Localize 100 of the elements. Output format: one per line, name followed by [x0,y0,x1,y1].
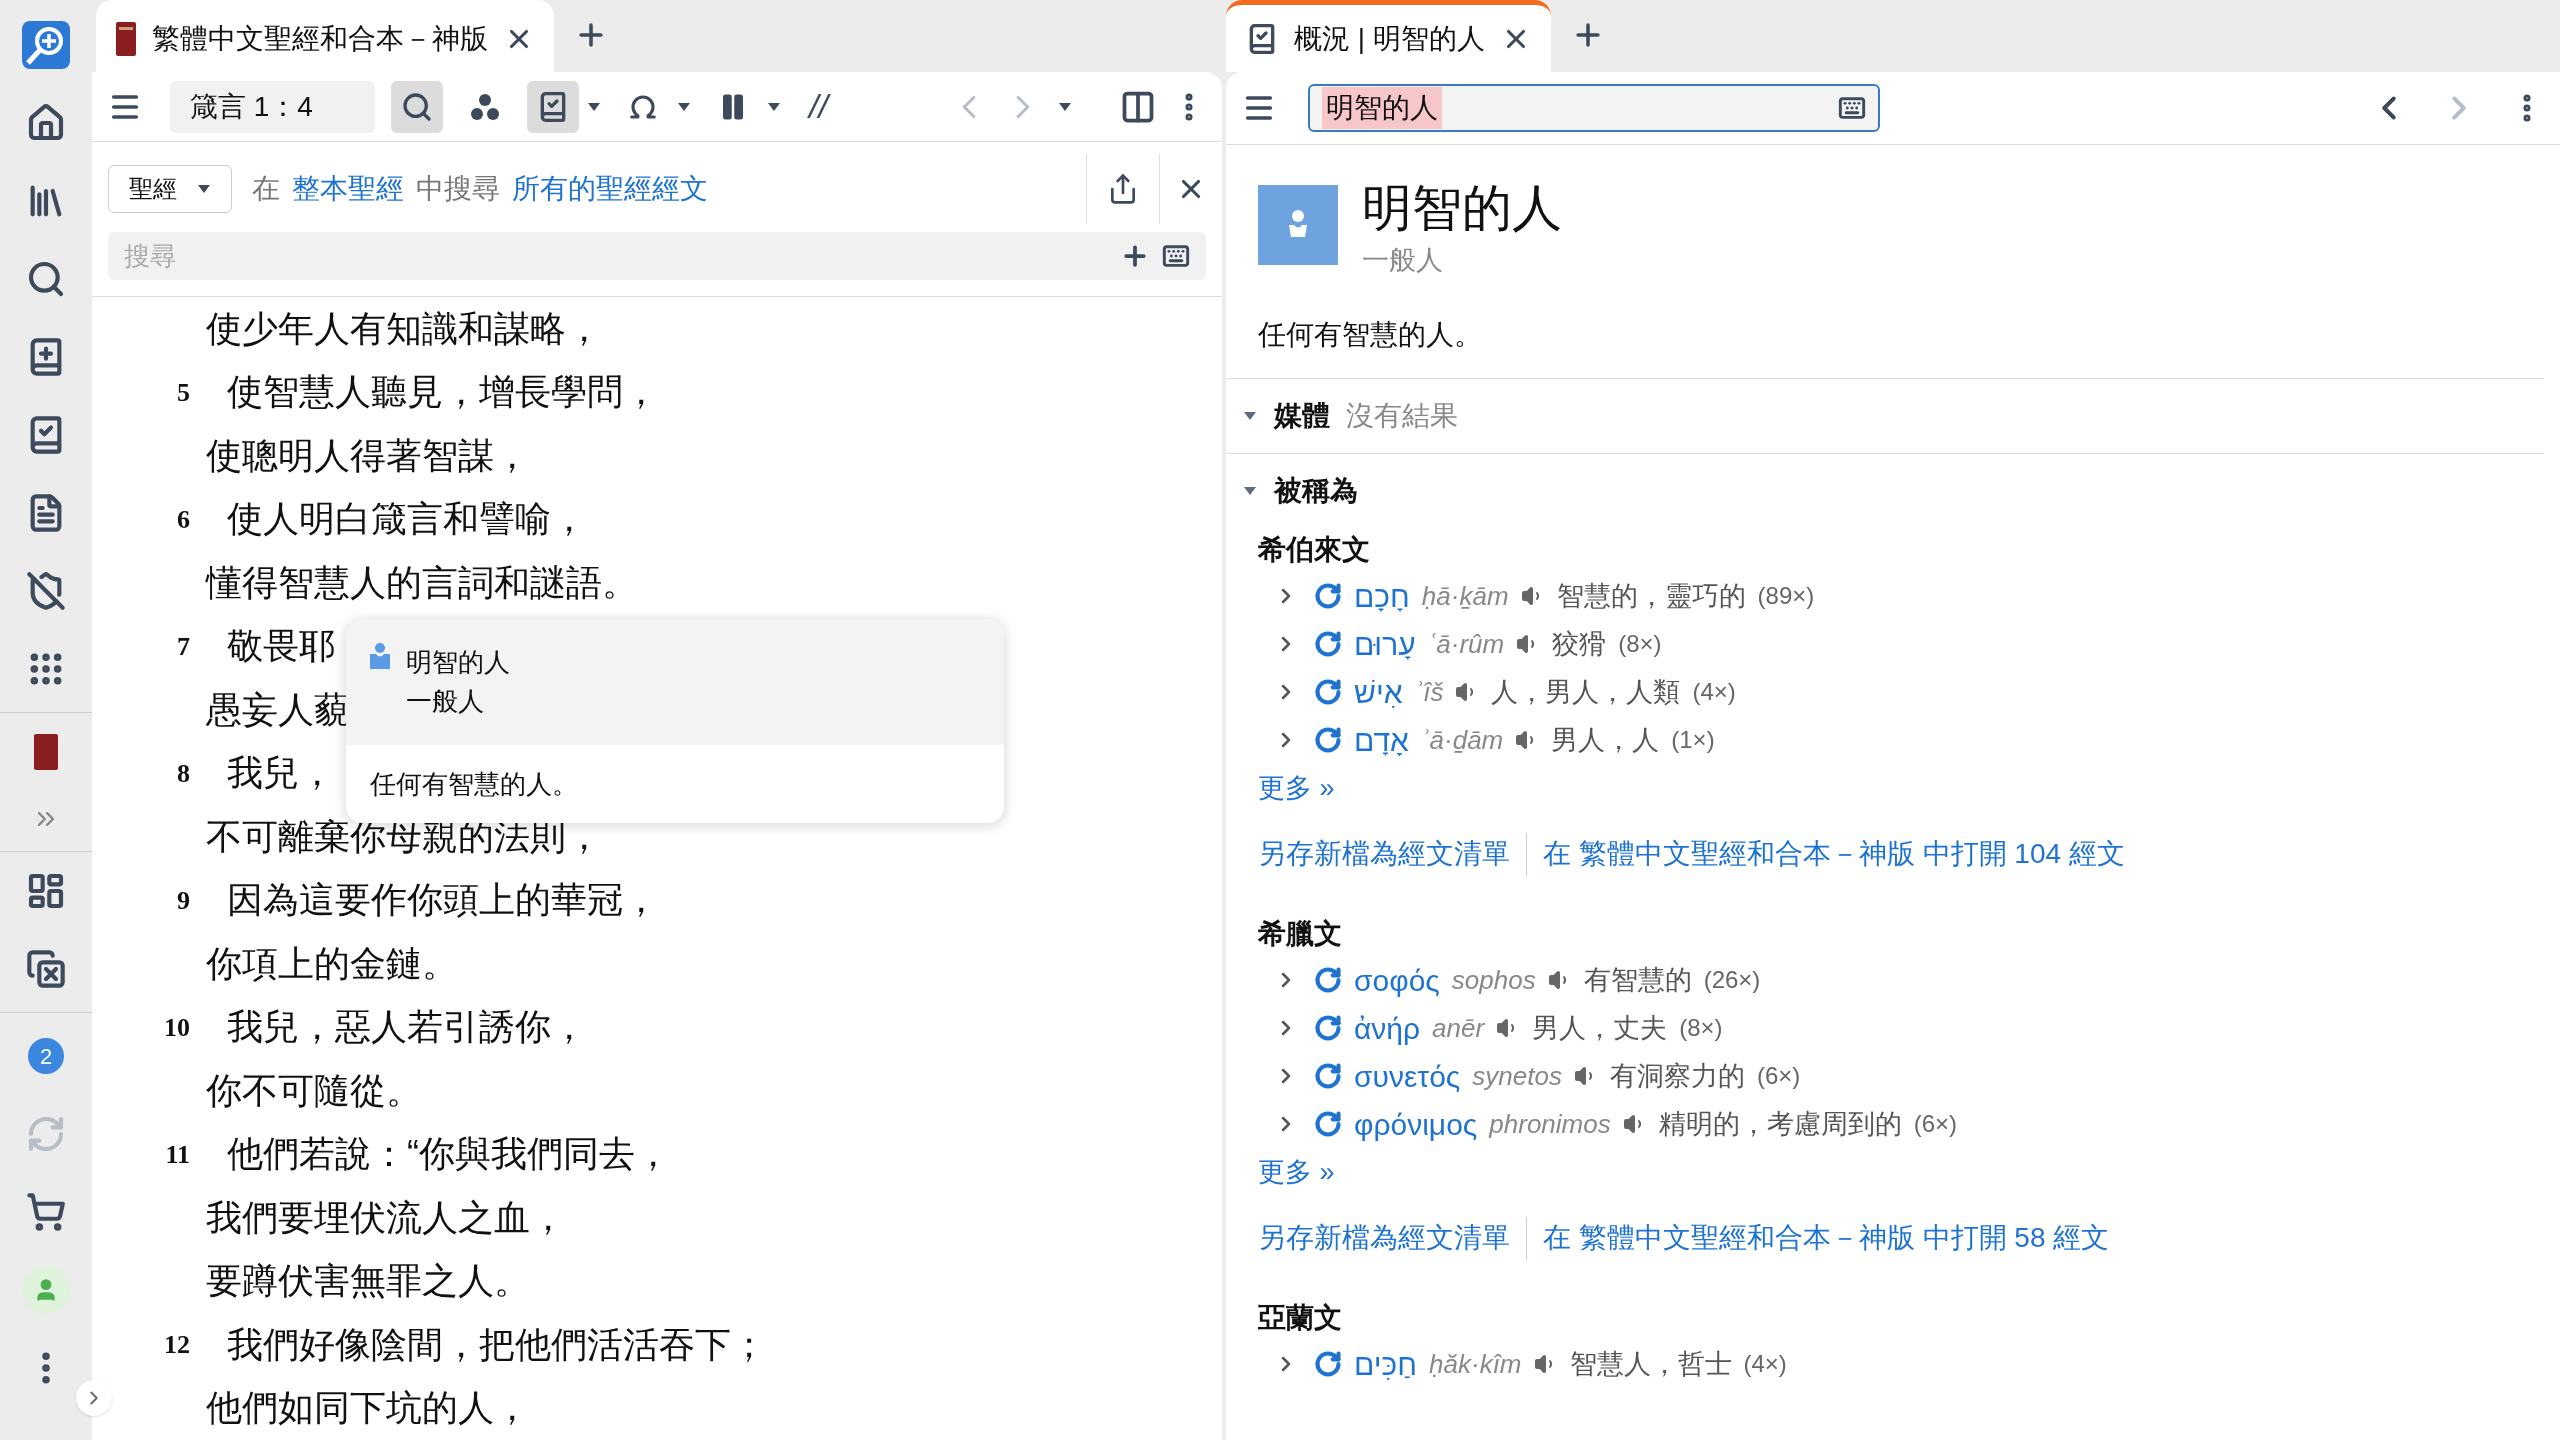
search-icon[interactable] [26,259,66,299]
transliteration: ʿā·rûm [1427,627,1505,661]
occurrence-count: (1×) [1671,725,1715,755]
dots-icon [470,92,500,121]
transliteration: ʾîš [1414,675,1444,709]
circular-arrow-icon[interactable] [1314,726,1342,754]
cart-icon[interactable] [26,1192,66,1232]
verse-text: 愚妄人藐 [206,687,350,732]
verse-number: 7 [176,630,190,663]
search-scope-text: 在 [252,172,280,206]
circular-arrow-icon[interactable] [1314,1062,1342,1090]
keyboard-icon[interactable] [1162,242,1190,270]
shield-icon[interactable] [26,571,66,611]
scope-dropdown[interactable]: 聖經 [108,165,232,213]
tab-title: 概況 | 明智的人 [1294,21,1485,56]
close-panels-icon[interactable] [26,949,66,989]
circular-arrow-icon[interactable] [1314,966,1342,994]
more-link[interactable]: 更多 » [1226,1148,2560,1196]
book-icon [116,21,136,56]
tab-title: 繁體中文聖經和合本－神版 [152,21,488,56]
circular-arrow-icon[interactable] [1314,678,1342,706]
home-icon[interactable] [26,103,66,143]
search-field[interactable]: 搜尋 [108,232,1206,280]
verse-text: 使智慧人聽見，增長學問， [227,370,659,415]
action-link[interactable]: 在 繁體中文聖經和合本－神版 中打開 104 經文 [1526,833,2125,875]
verse-text: 因為這要作你頭上的華冠， [227,878,659,923]
action-link[interactable]: 另存新檔為經文清單 [1258,1217,1510,1259]
circular-arrow-icon[interactable] [1314,582,1342,610]
original-word[interactable]: σοφός [1354,957,1440,1003]
action-link[interactable]: 在 繁體中文聖經和合本－神版 中打開 58 經文 [1526,1217,2110,1259]
keyboard-icon[interactable] [1838,94,1866,122]
search-scope-text: 中搜尋 [416,172,500,206]
caret-icon[interactable] [1058,101,1072,112]
circular-arrow-icon[interactable] [1314,1110,1342,1138]
more-link[interactable]: 更多 » [1226,764,2560,812]
popup-title: 明智的人 [406,646,510,679]
popup-subtitle: 一般人 [406,685,485,718]
occurrence-count: (6×) [1756,1061,1801,1091]
circular-arrow-icon[interactable] [1314,630,1342,658]
verse-text: 敬畏耶 [227,624,335,669]
notes-tool-button[interactable] [527,80,579,133]
layout-icon[interactable] [26,871,66,911]
original-word[interactable]: συνετός [1354,1053,1461,1099]
occurrence-count: (4×) [1692,677,1736,707]
gloss: 精明的，考慮周到的 [1658,1107,1902,1141]
entry-subtitle: 一般人 [1362,243,1444,277]
popup-description: 任何有智慧的人。 [370,767,578,801]
caret-icon[interactable] [767,101,781,112]
entry-title: 明智的人 [1362,179,1562,238]
verse-number: 8 [176,757,190,790]
circular-arrow-icon[interactable] [1314,1350,1342,1378]
gloss: 有洞察力的 [1609,1059,1745,1093]
search-field[interactable]: 明智的人 [1308,84,1880,132]
occurrence-count: (89×) [1757,581,1815,611]
notification-badge[interactable]: 2 [28,1038,64,1074]
original-word[interactable]: ἀνήρ [1354,1005,1421,1051]
search-scope-link[interactable]: 所有的聖經經文 [512,168,708,210]
occurrence-count: (8×) [1679,1013,1723,1043]
search-tool-button[interactable] [391,80,443,133]
original-word[interactable]: φρόνιμος [1354,1101,1478,1147]
original-word[interactable]: עָרוּם [1354,621,1416,667]
verse-text: 我們要埋伏流人之血， [206,1195,566,1240]
search-scope-link[interactable]: 整本聖經 [292,168,404,210]
gloss: 有智慧的 [1583,963,1692,997]
logo-icon[interactable] [22,21,70,69]
transliteration: synetos [1472,1059,1562,1093]
language-heading: 希臘文 [1257,917,1343,951]
transliteration: phronimos [1489,1107,1611,1141]
reference-field[interactable]: 箴言 1：4 [170,80,375,133]
section-title[interactable]: 被稱為 [1274,470,1358,512]
original-word[interactable]: אָדָם [1354,717,1409,763]
gloss: 男人，人 [1551,723,1660,757]
caret-icon[interactable] [587,101,601,112]
verse-text: 我兒，惡人若引誘你， [227,1005,587,1050]
original-word[interactable]: אִישׁ [1354,669,1403,715]
verse-number: 9 [176,884,190,917]
occurrence-count: (4×) [1743,1349,1787,1379]
occurrence-count: (8×) [1618,629,1662,659]
transliteration: ʾā·ḏām [1420,723,1504,757]
gloss: 狡猾 [1552,627,1607,661]
expand-sidebar-button[interactable] [76,1380,112,1416]
original-word[interactable]: חָכָם [1354,573,1410,619]
action-link[interactable]: 另存新檔為經文清單 [1258,833,1510,875]
section-title[interactable]: 媒體 [1274,395,1330,437]
gloss: 智慧的，靈巧的 [1556,579,1746,613]
gloss: 人，男人，人類 [1491,675,1681,709]
verse-text: 他們若說：“你與我們同去， [227,1132,671,1177]
verse-text: 懂得智慧人的言詞和謎語。 [206,560,638,605]
verse-number: 11 [164,1138,190,1171]
caret-icon[interactable] [677,101,691,112]
person-icon [370,643,390,669]
tab[interactable]: 概況 | 明智的人 [1226,0,1551,72]
tab[interactable]: 繁體中文聖經和合本－神版 [96,0,554,72]
transliteration: sophos [1451,963,1536,997]
person-icon [1258,185,1338,265]
circular-arrow-icon[interactable] [1314,1014,1342,1042]
parallel-tool[interactable]: // [797,81,840,132]
caret-icon[interactable] [197,184,211,194]
original-word[interactable]: חַכִּים [1354,1341,1418,1387]
gloss: 男人，丈夫 [1532,1011,1668,1045]
